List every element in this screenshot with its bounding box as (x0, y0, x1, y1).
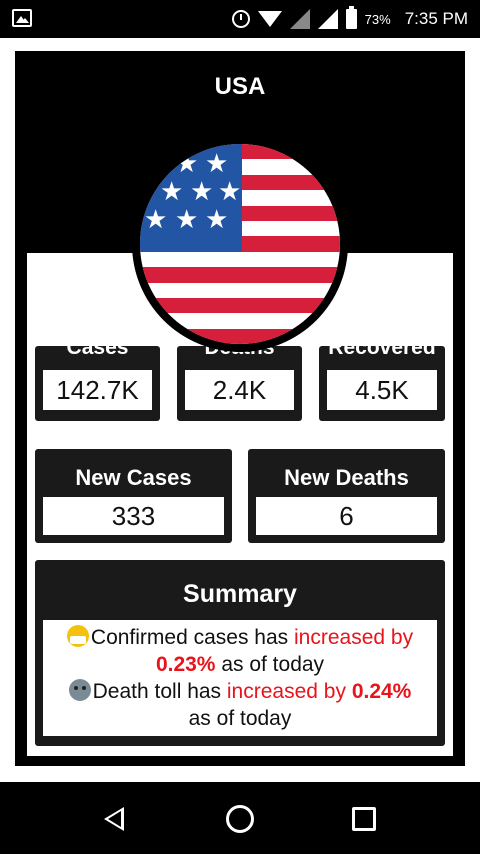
death-percent: 0.24% (351, 680, 412, 703)
skull-icon (68, 679, 91, 701)
stat-box-recovered: Recovered 4.5K (319, 336, 445, 421)
confirmed-percent: 0.23% (155, 653, 216, 676)
summary-box: Summary Confirmed cases has increased by… (35, 560, 445, 746)
stat-value: 142.7K (43, 370, 152, 410)
us-flag-icon: ★ ★ ★ ★ ★ ★ ★ ★ (132, 136, 348, 352)
stat-value: 2.4K (185, 370, 294, 410)
stat-label: New Cases (75, 465, 192, 490)
battery-percent: 73% (364, 11, 391, 27)
recents-icon[interactable] (352, 807, 376, 831)
signal-icon (289, 9, 310, 29)
summary-death-line: Death toll has increased by 0.24% as of … (43, 678, 437, 732)
status-bar: 73% 7:35 PM (0, 0, 480, 38)
status-icons: 73% 7:35 PM (231, 0, 468, 38)
gallery-icon (12, 9, 32, 27)
stat-value: 4.5K (327, 370, 437, 410)
stat-box-cases: Cases 142.7K (35, 336, 160, 421)
home-icon[interactable] (226, 805, 254, 833)
wifi-icon (257, 11, 282, 27)
stat-label: New Deaths (284, 465, 409, 490)
summary-text: Confirmed cases has increased by 0.23% a… (43, 620, 437, 736)
stat-value: 6 (256, 497, 437, 535)
stat-box-deaths: Deaths 2.4K (177, 336, 302, 421)
battery-icon (345, 6, 357, 29)
trend-text: increased by (294, 626, 414, 649)
country-title: USA (214, 73, 266, 100)
face-with-mask-icon (66, 625, 89, 647)
navigation-bar (0, 782, 480, 854)
stat-box-new-deaths: New Deaths 6 (248, 449, 445, 543)
back-icon[interactable] (104, 807, 124, 831)
signal-icon (317, 9, 338, 29)
clock: 7:35 PM (404, 9, 468, 28)
flag-image: ★ ★ ★ ★ ★ ★ ★ ★ (140, 144, 340, 344)
summary-title: Summary (183, 580, 297, 608)
trend-text: increased by (226, 680, 346, 703)
stat-value: 333 (43, 497, 224, 535)
alarm-icon (231, 10, 250, 28)
country-card: USA Cases 142.7K Deaths 2.4K Recovered 4… (15, 51, 465, 766)
flag-canton: ★ ★ ★ ★ ★ ★ ★ ★ (140, 144, 242, 252)
stat-box-new-cases: New Cases 333 (35, 449, 232, 543)
summary-confirmed-line: Confirmed cases has increased by 0.23% a… (43, 624, 437, 678)
